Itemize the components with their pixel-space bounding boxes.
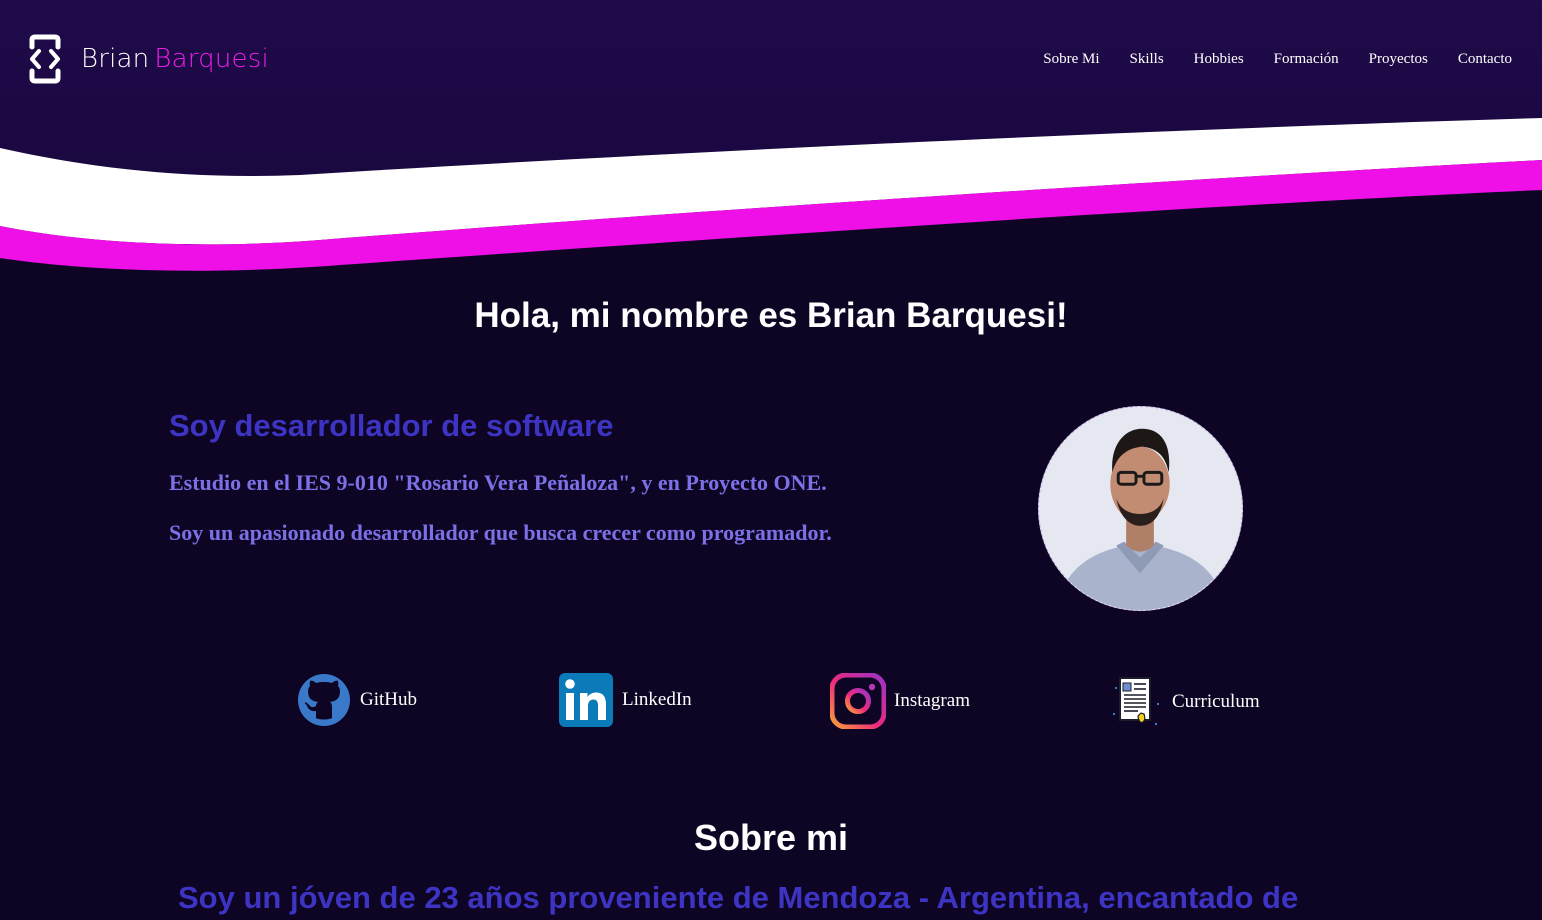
hero-title: Hola, mi nombre es Brian Barquesi! [474,296,1068,335]
logo-first-name: Brian [81,44,150,74]
site-header: Brian Barquesi Sobre Mi Skills Hobbies Fo… [0,0,1542,118]
social-link-curriculum[interactable]: Curriculum [1108,674,1260,730]
linkedin-icon [559,673,613,727]
social-link-linkedin[interactable]: LinkedIn [558,672,692,728]
social-label-linkedin: LinkedIn [622,689,692,710]
social-label-instagram: Instagram [894,690,970,711]
social-link-instagram[interactable]: Instagram [830,673,970,729]
about-section-title: Sobre mi [693,817,849,858]
nav-link-hobbies[interactable]: Hobbies [1194,48,1244,70]
person-portrait-icon [1039,407,1242,610]
document-icon [1113,677,1159,725]
site-logo[interactable]: Brian Barquesi [28,34,269,84]
nav-link-skills[interactable]: Skills [1129,48,1163,70]
logo-text: Brian Barquesi [81,34,269,84]
nav-link-contacto[interactable]: Contacto [1458,48,1512,70]
nav-link-formacion[interactable]: Formación [1274,48,1339,70]
page: Brian Barquesi Sobre Mi Skills Hobbies Fo… [0,0,1542,920]
logo-last-name: Barquesi [154,44,269,74]
main-nav: Sobre Mi Skills Hobbies Formación Proyec… [1013,48,1512,70]
social-label-curriculum: Curriculum [1172,691,1260,712]
nav-link-proyectos[interactable]: Proyectos [1369,48,1428,70]
github-icon [298,674,350,726]
hero-intro-text: Estudio en el IES 9-010 "Rosario Vera Pe… [169,470,832,545]
profile-photo [1038,406,1243,611]
hero-subtitle: Soy desarrollador de software [169,408,614,443]
nav-link-sobre-mi[interactable]: Sobre Mi [1043,48,1099,70]
about-section-text: Soy un jóven de 23 años proveniente de M… [178,880,1299,915]
social-label-github: GitHub [360,689,417,710]
code-brackets-logo-icon [29,34,61,84]
instagram-icon [830,673,886,729]
social-link-github[interactable]: GitHub [296,672,417,728]
